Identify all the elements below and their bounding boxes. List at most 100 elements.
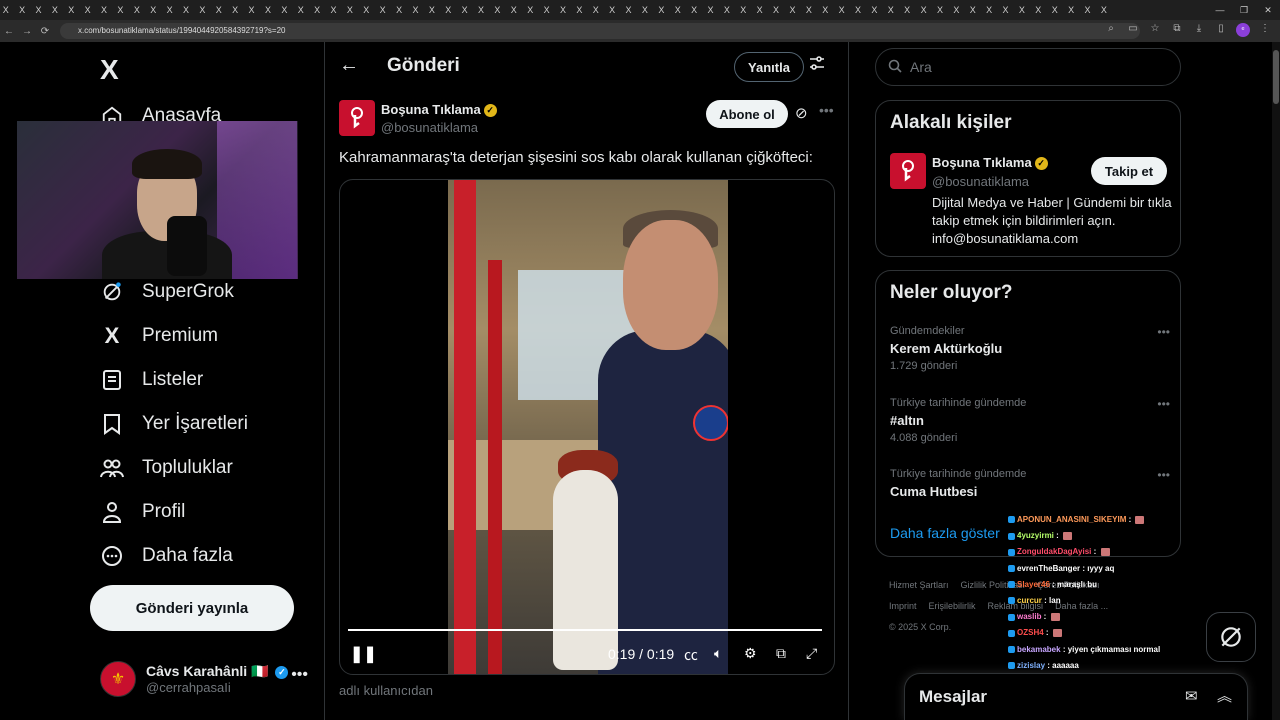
browser-tab[interactable]: X — [197, 5, 208, 15]
browser-tab[interactable]: X — [246, 5, 257, 15]
browser-tab[interactable]: X — [688, 5, 699, 15]
post-button[interactable]: Gönderi yayınla — [90, 585, 294, 631]
back-arrow-icon[interactable]: ← — [339, 54, 359, 77]
related-name[interactable]: Boşuna Tıklama ✓ — [932, 155, 1048, 171]
minimize-icon[interactable]: — — [1208, 0, 1232, 20]
browser-tab[interactable]: X — [410, 5, 421, 15]
browser-tab[interactable]: X — [967, 5, 978, 15]
author-handle[interactable]: @bosunatiklama — [381, 120, 478, 135]
author-avatar[interactable] — [339, 100, 375, 136]
browser-tab[interactable]: X — [115, 5, 126, 15]
browser-tab[interactable]: X — [1033, 5, 1044, 15]
browser-tab[interactable]: X — [754, 5, 765, 15]
browser-tab[interactable]: X — [131, 5, 142, 15]
browser-tab[interactable]: X — [1098, 5, 1109, 15]
grok-fab-button[interactable] — [1206, 612, 1256, 662]
download-icon[interactable]: ⤓ — [1192, 23, 1206, 37]
captions-icon[interactable]: ㏄ — [684, 645, 698, 665]
browser-tab[interactable]: X — [738, 5, 749, 15]
browser-tab[interactable]: X — [213, 5, 224, 15]
browser-tab[interactable]: X — [377, 5, 388, 15]
browser-tab[interactable]: X — [0, 5, 11, 15]
messages-drawer[interactable]: Mesajlar ✉ ︽ — [904, 673, 1248, 720]
nav-item-communities[interactable]: Topluluklar — [100, 448, 233, 488]
browser-tab[interactable]: X — [475, 5, 486, 15]
browser-tab[interactable]: X — [33, 5, 44, 15]
browser-tab[interactable]: X — [328, 5, 339, 15]
related-avatar[interactable] — [890, 153, 926, 189]
browser-tab[interactable]: X — [656, 5, 667, 15]
browser-tab[interactable]: X — [49, 5, 60, 15]
browser-tab[interactable]: X — [148, 5, 159, 15]
nav-item-bookmarks[interactable]: Yer İşaretleri — [100, 404, 248, 444]
video-player[interactable]: ❚❚ 0:19 / 0:19 ㏄ 🔈︎ ⚙ ⧉ ⤢ — [339, 179, 835, 675]
reload-icon[interactable]: ⟳ — [36, 26, 54, 37]
browser-tab[interactable]: X — [344, 5, 355, 15]
nav-item-profile[interactable]: Profil — [100, 492, 185, 532]
more-icon[interactable]: ••• — [1157, 325, 1170, 339]
nav-item-premium[interactable]: X Premium — [100, 316, 218, 356]
browser-back-icon[interactable]: ← — [0, 26, 18, 37]
trend-item[interactable]: Türkiye tarihinde gündemde #altın 4.088 … — [890, 397, 1170, 444]
browser-tab[interactable]: X — [295, 5, 306, 15]
browser-tab[interactable]: X — [639, 5, 650, 15]
browser-tab[interactable]: X — [1065, 5, 1076, 15]
browser-tab[interactable]: X — [770, 5, 781, 15]
expand-chevron-icon[interactable]: ︽ — [1217, 685, 1232, 706]
browser-tab[interactable]: X — [951, 5, 962, 15]
browser-tab[interactable]: X — [229, 5, 240, 15]
trend-item[interactable]: Gündemdekiler Kerem Aktürkoğlu 1.729 gön… — [890, 325, 1170, 372]
star-icon[interactable]: ☆ — [1148, 23, 1162, 37]
browser-tab[interactable]: X — [66, 5, 77, 15]
cast-icon[interactable]: ▭ — [1126, 23, 1140, 37]
author-name[interactable]: Boşuna Tıklama ✓ — [381, 102, 497, 118]
more-icon[interactable]: ••• — [819, 102, 834, 118]
browser-tab[interactable]: X — [164, 5, 175, 15]
extensions-icon[interactable]: ⧉ — [1170, 23, 1184, 37]
browser-tab[interactable]: X — [508, 5, 519, 15]
scrollbar-thumb[interactable] — [1273, 50, 1279, 104]
footer-link[interactable]: Imprint — [889, 601, 917, 611]
browser-tab[interactable]: X — [525, 5, 536, 15]
trend-item[interactable]: Türkiye tarihinde gündemde Cuma Hutbesi … — [890, 468, 1170, 499]
browser-tab[interactable]: X — [787, 5, 798, 15]
more-icon[interactable]: ••• — [291, 666, 308, 684]
video-progress-bar[interactable] — [348, 629, 822, 631]
browser-tab[interactable]: X — [574, 5, 585, 15]
address-bar[interactable]: x.com/bosunatiklama/status/1994044920584… — [60, 23, 1140, 39]
browser-tab[interactable]: X — [557, 5, 568, 15]
browser-tab[interactable]: X — [459, 5, 470, 15]
browser-tab[interactable]: X — [852, 5, 863, 15]
profile-avatar-icon[interactable]: ᵉ — [1236, 23, 1250, 37]
zoom-icon[interactable]: ⌕ — [1104, 23, 1118, 37]
follow-button[interactable]: Takip et — [1091, 157, 1167, 185]
nav-item-more[interactable]: Daha fazla — [100, 536, 233, 576]
show-more-link[interactable]: Daha fazla göster — [890, 525, 1000, 541]
browser-forward-icon[interactable]: → — [18, 26, 36, 37]
browser-tab[interactable]: X — [492, 5, 503, 15]
account-switcher[interactable]: ⚜ Câvs Karahânli 🇮🇹 ✓ @cerrahpasaIi ••• — [100, 654, 312, 704]
browser-tab[interactable]: X — [803, 5, 814, 15]
browser-tab[interactable]: X — [820, 5, 831, 15]
x-logo[interactable]: X — [100, 54, 119, 86]
grok-icon[interactable]: ⊘ — [795, 104, 808, 122]
browser-tab[interactable]: X — [606, 5, 617, 15]
browser-tab[interactable]: X — [180, 5, 191, 15]
browser-tab[interactable]: X — [443, 5, 454, 15]
footer-link[interactable]: Erişilebilirlik — [929, 601, 976, 611]
browser-tab[interactable]: X — [901, 5, 912, 15]
picture-in-picture-icon[interactable]: ⧉ — [776, 645, 786, 662]
page-scrollbar[interactable] — [1272, 42, 1280, 720]
browser-menu-icon[interactable]: ⋮ — [1258, 23, 1272, 37]
browser-tab[interactable]: X — [721, 5, 732, 15]
browser-tab[interactable]: X — [934, 5, 945, 15]
sidepanel-icon[interactable]: ▯ — [1214, 23, 1228, 37]
browser-tab[interactable]: X — [98, 5, 109, 15]
new-message-icon[interactable]: ✉ — [1185, 687, 1198, 705]
restore-icon[interactable]: ❐ — [1232, 0, 1256, 20]
browser-tab[interactable]: X — [885, 5, 896, 15]
search-input[interactable]: Ara — [875, 48, 1181, 86]
more-icon[interactable]: ••• — [1157, 397, 1170, 411]
browser-tab[interactable]: X — [869, 5, 880, 15]
fullscreen-icon[interactable]: ⤢ — [806, 645, 817, 662]
